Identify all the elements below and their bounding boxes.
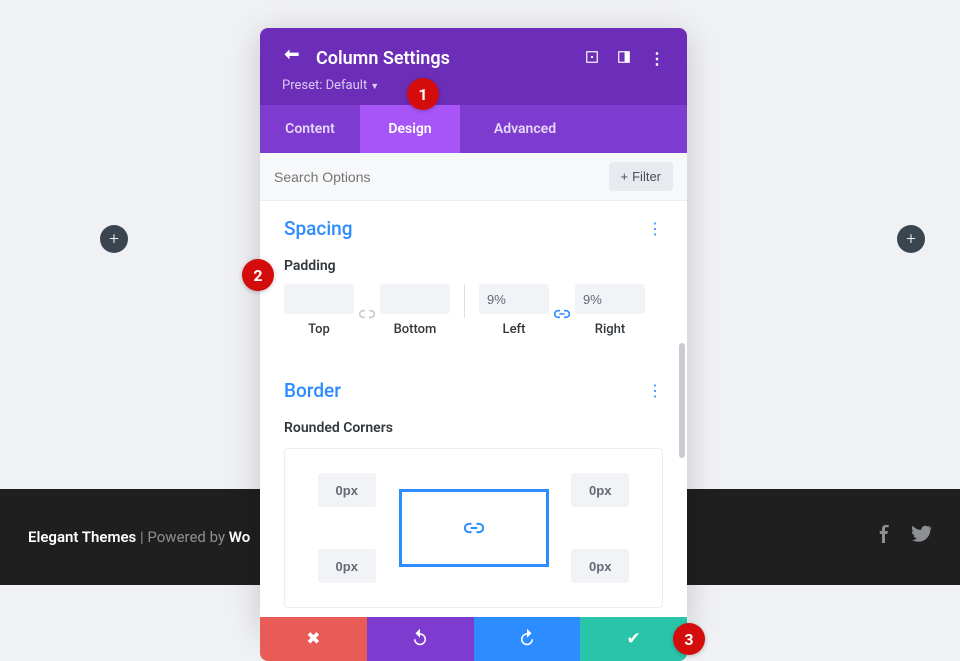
padding-left-input[interactable] <box>479 284 549 314</box>
filter-button[interactable]: +Filter <box>609 162 673 191</box>
footer-brand: Elegant Themes <box>28 528 136 546</box>
spacing-heading[interactable]: Spacing <box>284 217 353 240</box>
padding-bottom-label: Bottom <box>394 322 437 337</box>
tab-advanced[interactable]: Advanced <box>460 105 590 153</box>
callout-badge-1: 1 <box>407 78 439 110</box>
border-heading[interactable]: Border <box>284 379 341 402</box>
preset-selector[interactable]: Preset: Default▼ <box>282 78 665 93</box>
corner-bottom-right-input[interactable] <box>571 549 629 583</box>
spacing-section: Spacing ⋮ Padding Top Bottom <box>260 201 687 349</box>
undo-button[interactable] <box>367 617 474 661</box>
cancel-button[interactable]: ✖ <box>260 617 367 661</box>
undo-icon <box>411 628 429 651</box>
facebook-icon[interactable] <box>876 525 894 549</box>
padding-right-input[interactable] <box>575 284 645 314</box>
padding-bottom-input[interactable] <box>380 284 450 314</box>
scrollbar-thumb[interactable] <box>679 343 685 458</box>
responsive-icon[interactable] <box>617 49 631 68</box>
padding-divider <box>464 284 465 318</box>
more-icon[interactable]: ⋮ <box>649 49 665 68</box>
rounded-corners-label: Rounded Corners <box>284 420 663 436</box>
filter-label: Filter <box>632 169 661 184</box>
preset-label: Preset: Default <box>282 78 367 93</box>
padding-controls: Top Bottom Left <box>284 284 663 337</box>
spacing-menu-icon[interactable]: ⋮ <box>647 219 663 238</box>
add-section-left-button[interactable]: + <box>100 225 128 253</box>
padding-left-label: Left <box>503 322 526 337</box>
corner-top-right-input[interactable] <box>571 473 629 507</box>
border-section: Border ⋮ Rounded Corners <box>260 349 687 620</box>
padding-right-label: Right <box>595 322 625 337</box>
padding-top-input[interactable] <box>284 284 354 314</box>
plus-icon: + <box>906 229 916 249</box>
panel-body: Spacing ⋮ Padding Top Bottom <box>260 201 687 627</box>
footer-credits: Elegant Themes | Powered by Wo <box>28 528 250 546</box>
link-left-right-icon[interactable] <box>549 300 575 322</box>
expand-icon[interactable] <box>585 49 599 68</box>
back-arrow-icon[interactable] <box>282 46 302 70</box>
tab-content[interactable]: Content <box>260 105 360 153</box>
check-icon: ✔ <box>627 629 641 649</box>
modal-action-bar: ✖ ✔ <box>260 617 687 661</box>
chevron-down-icon: ▼ <box>370 82 379 92</box>
footer-social-icons <box>876 525 932 549</box>
modal-tabs: Content Design Advanced <box>260 105 687 153</box>
link-top-bottom-icon[interactable] <box>354 300 380 322</box>
add-section-right-button[interactable]: + <box>897 225 925 253</box>
settings-modal: Column Settings ⋮ Preset: Default▼ Conte… <box>260 28 687 627</box>
save-button[interactable]: ✔ <box>580 617 687 661</box>
border-menu-icon[interactable]: ⋮ <box>647 381 663 400</box>
modal-title: Column Settings <box>316 48 571 69</box>
tab-design[interactable]: Design <box>360 105 460 153</box>
callout-badge-3: 3 <box>673 623 705 655</box>
rounded-corners-control <box>284 448 663 608</box>
padding-top-label: Top <box>308 322 330 337</box>
redo-icon <box>518 628 536 651</box>
redo-button[interactable] <box>474 617 581 661</box>
modal-header: Column Settings ⋮ Preset: Default▼ <box>260 28 687 105</box>
plus-icon: + <box>109 229 119 249</box>
corner-link-rect[interactable] <box>399 489 549 567</box>
corner-bottom-left-input[interactable] <box>318 549 376 583</box>
search-input[interactable] <box>274 169 609 185</box>
close-icon: ✖ <box>306 629 320 649</box>
footer-separator: | Powered by <box>136 528 229 546</box>
search-filter-row: +Filter <box>260 153 687 201</box>
footer-platform: Wo <box>229 528 250 546</box>
twitter-icon[interactable] <box>912 525 932 549</box>
corner-top-left-input[interactable] <box>318 473 376 507</box>
padding-label: Padding <box>284 258 663 274</box>
plus-icon: + <box>621 169 629 184</box>
callout-badge-2: 2 <box>242 259 274 291</box>
